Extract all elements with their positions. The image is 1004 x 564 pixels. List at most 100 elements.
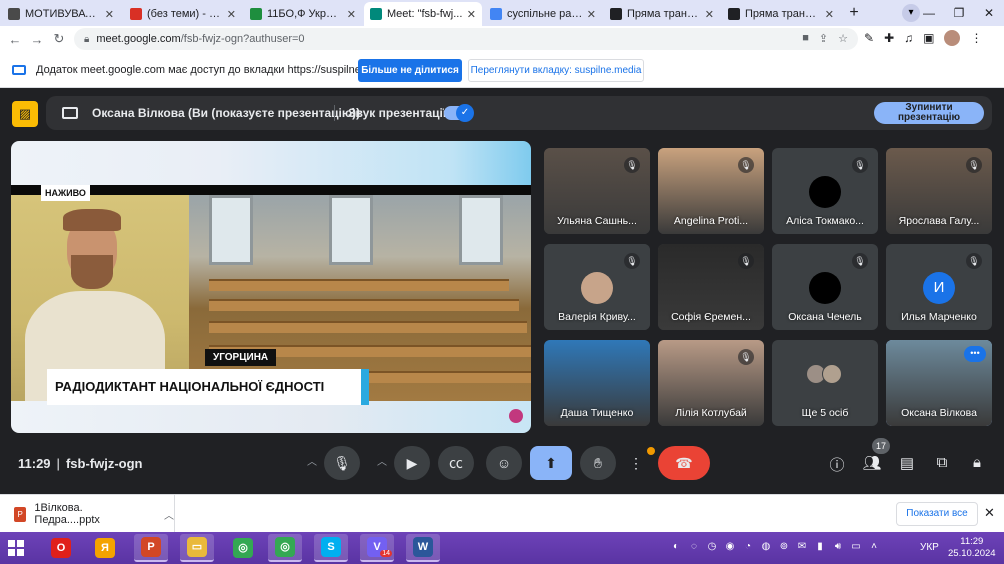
new-tab-button[interactable]: + — [844, 3, 864, 23]
hide-presentation-icon[interactable]: ▨ — [12, 101, 38, 127]
lock-icon[interactable]: 🔒︎ — [84, 34, 89, 45]
reload-icon[interactable]: ↻ — [48, 31, 70, 47]
chat-icon[interactable]: ▤ — [895, 454, 919, 472]
tray-icon[interactable]: ⊚ — [778, 541, 790, 552]
participant-tile[interactable]: 🎙︎ Аліса Токмако... — [772, 148, 878, 234]
participant-tile[interactable]: 🎙︎ Софія Єремен... — [658, 244, 764, 330]
bookmark-star-icon[interactable]: ☆ — [838, 32, 848, 45]
profile-avatar[interactable] — [944, 30, 961, 46]
close-tab-icon[interactable]: ✕ — [467, 8, 476, 21]
close-tab-icon[interactable]: ✕ — [705, 8, 714, 21]
minimize-icon[interactable]: — — [914, 6, 944, 20]
close-tab-icon[interactable]: ✕ — [825, 8, 834, 21]
camera-button[interactable]: ▶ — [394, 446, 430, 480]
language-indicator[interactable]: УКР — [920, 542, 939, 553]
url-input[interactable]: 🔒︎ meet.google.com /fsb-fwjz-ogn?authuse… — [74, 28, 858, 50]
share-icon[interactable]: ⇪ — [819, 32, 828, 45]
browser-tab[interactable]: Пряма трансл... ✕ — [722, 2, 840, 26]
close-tab-icon[interactable]: ✕ — [105, 8, 114, 21]
tray-icon[interactable]: ◐ — [670, 541, 682, 552]
volume-icon[interactable]: 🔊︎ — [832, 541, 844, 552]
stop-presenting-button[interactable]: Зупинити презентацію — [874, 102, 984, 124]
chevron-up-icon[interactable]: ︿ — [164, 507, 174, 522]
presentation-sound-toggle[interactable]: ✓ — [444, 104, 474, 122]
browser-tab[interactable]: Meet: "fsb-fwj... ✕ — [364, 2, 482, 26]
taskbar-app[interactable]: W — [406, 534, 440, 562]
taskbar-app[interactable]: P — [134, 534, 168, 562]
kebab-menu-icon[interactable]: ⋮ — [970, 31, 982, 45]
extension-icon[interactable]: ✎ — [864, 31, 874, 45]
participant-tile[interactable]: ••• Оксана Вілкова — [886, 340, 992, 426]
participant-tile[interactable]: 🎙︎ Оксана Чечель — [772, 244, 878, 330]
participant-tile[interactable]: Ще 5 осіб — [772, 340, 878, 426]
taskbar-app[interactable]: Я — [88, 534, 122, 562]
browser-tab[interactable]: МОТИВУВАТИ — ... ✕ — [2, 2, 120, 26]
side-panel-icon[interactable]: ▣ — [923, 31, 934, 45]
url-path: /fsb-fwjz-ogn?authuser=0 — [180, 33, 305, 45]
windows-start-icon[interactable] — [8, 540, 24, 556]
system-clock[interactable]: 11:29 25.10.2024 — [948, 536, 996, 560]
view-shared-tab-button[interactable]: Переглянути вкладку: suspilne.media — [468, 59, 644, 82]
close-window-icon[interactable]: ✕ — [974, 6, 1004, 20]
broadcast-footer-bg — [11, 401, 531, 433]
captions-button[interactable]: ㏄ — [438, 446, 474, 480]
back-icon[interactable]: ← — [4, 32, 26, 47]
system-tray: ◐ ◌ ◷ ◉ ◔ ◍ ⊚ ✉ ▮ 🔊︎ ▭ ˄ — [670, 541, 880, 552]
reactions-button[interactable]: ☺ — [486, 446, 522, 480]
participant-tile[interactable]: 🎙︎ Angelina Proti... — [658, 148, 764, 234]
media-controls-icon[interactable]: ♫ — [904, 31, 913, 45]
chevron-icon[interactable]: ˄ — [868, 541, 880, 552]
tray-icon[interactable]: ◷ — [706, 541, 718, 552]
audio-settings-chevron-icon[interactable]: ︿ — [302, 446, 322, 480]
taskbar-app[interactable]: O — [44, 534, 78, 562]
puzzle-icon[interactable]: ✚ — [884, 31, 894, 45]
restore-icon[interactable]: ❐ — [944, 6, 974, 20]
leave-call-button[interactable]: ☎ — [658, 446, 710, 480]
tile-options-icon[interactable]: ••• — [964, 346, 986, 362]
browser-tab[interactable]: Пряма трансляці... ✕ — [604, 2, 720, 26]
taskbar-app[interactable]: S — [314, 534, 348, 562]
taskbar-app[interactable]: V 14 — [360, 534, 394, 562]
taskbar-app[interactable]: ◎ — [226, 534, 260, 562]
tray-icon[interactable]: ◍ — [760, 541, 772, 552]
microphone-button[interactable]: 🎙︎ — [324, 446, 360, 480]
tray-icon[interactable]: ▮ — [814, 541, 826, 552]
present-screen-button[interactable]: ⬆ — [530, 446, 572, 480]
participant-tile[interactable]: Даша Тищенко — [544, 340, 650, 426]
close-tab-icon[interactable]: ✕ — [347, 8, 356, 21]
browser-tab[interactable]: суспільне радіод... ✕ — [484, 2, 602, 26]
participant-tile[interactable]: 🎙︎ Ярослава Галу... — [886, 148, 992, 234]
tray-icon[interactable]: ◉ — [724, 541, 736, 552]
more-options-icon[interactable]: ⋮ — [624, 446, 648, 480]
meeting-info: 11:29 | fsb-fwjz-ogn — [18, 456, 142, 471]
show-all-downloads-button[interactable]: Показати все — [896, 502, 978, 526]
presentation-status: Оксана Вілкова (Ви (показуєте презентаці… — [46, 96, 992, 130]
participant-tile[interactable]: 🎙︎ Ульяна Сашнь... — [544, 148, 650, 234]
camera-indicator-icon[interactable]: ■ — [802, 32, 809, 45]
network-icon[interactable]: ▭ — [850, 541, 862, 552]
close-tab-icon[interactable]: ✕ — [587, 8, 596, 21]
participant-name: Ярослава Галу... — [898, 215, 980, 227]
browser-tab-strip: МОТИВУВАТИ — ...✕(без теми) - oksa...✕11… — [0, 0, 1004, 26]
tray-icon[interactable]: ✉ — [796, 541, 808, 552]
taskbar-app[interactable]: ◎ — [268, 534, 302, 562]
host-controls-icon[interactable]: 🔒︎ — [965, 454, 989, 471]
video-settings-chevron-icon[interactable]: ︿ — [372, 446, 392, 480]
tray-icon[interactable]: ◔ — [742, 541, 754, 552]
participant-tile[interactable]: И 🎙︎ Илья Марченко — [886, 244, 992, 330]
download-item[interactable]: P 1Вілкова. Педра....pptx ︿ — [0, 495, 175, 533]
browser-tab[interactable]: 11БО,Ф Українськ... ✕ — [244, 2, 362, 26]
tray-icon[interactable]: ◌ — [688, 541, 700, 552]
forward-icon[interactable]: → — [26, 32, 48, 47]
participant-tile[interactable]: 🎙︎ Лілія Котлубай — [658, 340, 764, 426]
browser-tab[interactable]: (без теми) - oksa... ✕ — [124, 2, 242, 26]
activities-icon[interactable]: ⧉ — [930, 454, 954, 471]
stop-sharing-button[interactable]: Більше не ділитися — [358, 59, 462, 82]
close-download-bar-icon[interactable]: ✕ — [984, 505, 995, 521]
participant-tile[interactable]: 🎙︎ Валерія Криву... — [544, 244, 650, 330]
meeting-details-icon[interactable]: ⓘ — [825, 454, 849, 475]
close-tab-icon[interactable]: ✕ — [227, 8, 236, 21]
raise-hand-button[interactable]: ✋︎ — [580, 446, 616, 480]
people-icon[interactable]: 👥︎ — [860, 454, 884, 472]
taskbar-app[interactable]: ▭ — [180, 534, 214, 562]
